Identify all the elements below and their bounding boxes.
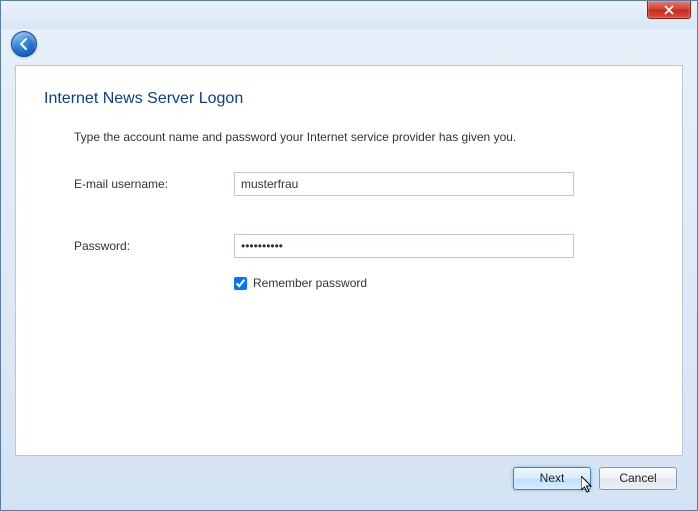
- remember-checkbox[interactable]: [234, 277, 247, 290]
- content-panel: Internet News Server Logon Type the acco…: [15, 65, 683, 456]
- instruction-text: Type the account name and password your …: [74, 130, 654, 144]
- page-title: Internet News Server Logon: [44, 90, 654, 108]
- password-label: Password:: [74, 239, 234, 253]
- remember-row: Remember password: [234, 276, 654, 290]
- password-row: Password:: [74, 234, 654, 258]
- close-icon: [664, 5, 674, 15]
- titlebar: [1, 1, 697, 29]
- username-label: E-mail username:: [74, 177, 234, 191]
- button-bar: Next Cancel: [15, 460, 683, 496]
- cancel-button[interactable]: Cancel: [599, 467, 677, 490]
- next-button[interactable]: Next: [513, 467, 591, 490]
- close-button[interactable]: [647, 1, 691, 19]
- back-arrow-icon: [17, 37, 31, 51]
- password-input[interactable]: [234, 234, 574, 258]
- username-input[interactable]: [234, 172, 574, 196]
- wizard-window: Internet News Server Logon Type the acco…: [0, 0, 698, 511]
- back-button[interactable]: [11, 31, 37, 57]
- remember-label[interactable]: Remember password: [253, 276, 367, 290]
- username-row: E-mail username:: [74, 172, 654, 196]
